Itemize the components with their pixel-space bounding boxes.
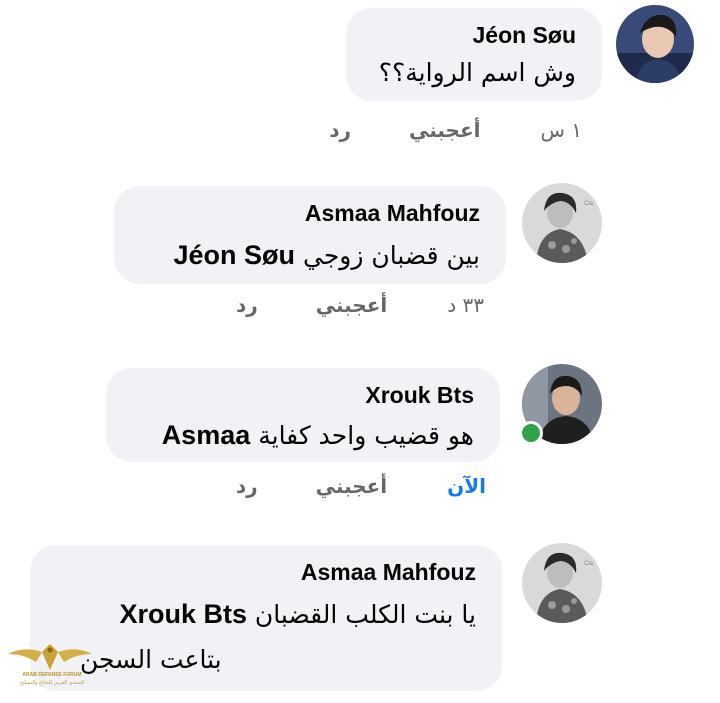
comment-author[interactable]: Asmaa Mahfouz xyxy=(301,559,476,586)
comment-author[interactable]: Xrouk Bts xyxy=(365,382,474,409)
watermark-title: ARAB DEFENSE FORUM xyxy=(22,672,82,678)
comment-message-text: يا بنت الكلب القضبان xyxy=(254,600,476,629)
reply-button[interactable]: رد xyxy=(236,293,258,317)
reply-button[interactable]: رد xyxy=(236,474,258,498)
svg-text:Cla: Cla xyxy=(584,561,594,567)
comment-message: هو قضيب واحد كفاية Asmaa xyxy=(162,420,474,451)
comment-message-text: وش اسم الرواية؟؟ xyxy=(378,58,576,87)
comment-message-text: بين قضبان زوجي xyxy=(302,241,480,270)
comment-message-text: بتاعت السجن xyxy=(80,645,222,674)
eagle-logo-icon xyxy=(8,644,92,670)
comment-message-text: هو قضيب واحد كفاية xyxy=(258,421,474,450)
comment-bubble: Asmaa Mahfouz يا بنت الكلب القضبان Xrouk… xyxy=(30,545,502,691)
avatar-jeon-sou[interactable] xyxy=(616,5,694,83)
comment-bubble: Jéon Søu وش اسم الرواية؟؟ xyxy=(346,8,602,101)
comment-bubble: Asmaa Mahfouz بين قضبان زوجي Jéon Søu xyxy=(114,186,506,284)
comment-message: وش اسم الرواية؟؟ xyxy=(379,58,576,87)
like-button[interactable]: أعجبني xyxy=(316,474,388,498)
comment-actions: الآن أعجبني رد xyxy=(236,474,486,498)
avatar-asmaa-mahfouz[interactable]: Cla xyxy=(522,543,602,623)
online-status-indicator xyxy=(519,421,543,445)
comment-author[interactable]: Jéon Søu xyxy=(472,22,576,49)
reply-button[interactable]: رد xyxy=(329,118,351,142)
svg-text:Cla: Cla xyxy=(584,201,594,207)
comment-actions: ٣٣ د أعجبني رد xyxy=(236,293,484,317)
like-button[interactable]: أعجبني xyxy=(409,118,481,142)
mention-link[interactable]: Xrouk Bts xyxy=(119,599,247,629)
comment-actions: ١ س أعجبني رد xyxy=(329,118,582,142)
watermark-subtitle: المنتدى العربي للدفاع والتسليح xyxy=(19,680,85,686)
comment-time[interactable]: الآن xyxy=(447,474,486,498)
forum-watermark: ARAB DEFENSE FORUM المنتدى العربي للدفاع… xyxy=(2,640,98,703)
mention-link[interactable]: Jéon Søu xyxy=(174,240,296,270)
comment-bubble: Xrouk Bts هو قضيب واحد كفاية Asmaa xyxy=(106,368,500,462)
comment-time[interactable]: ١ س xyxy=(540,118,582,142)
comment-message: يا بنت الكلب القضبان Xrouk Bts xyxy=(119,599,476,630)
comment-message: بين قضبان زوجي Jéon Søu xyxy=(174,240,480,271)
mention-link[interactable]: Asmaa xyxy=(162,420,251,450)
like-button[interactable]: أعجبني xyxy=(316,293,388,317)
comment-time[interactable]: ٣٣ د xyxy=(447,293,484,317)
comment-author[interactable]: Asmaa Mahfouz xyxy=(305,200,480,227)
avatar-asmaa-mahfouz[interactable]: Cla xyxy=(522,183,602,263)
comment-message-line2: بتاعت السجن xyxy=(80,645,222,674)
